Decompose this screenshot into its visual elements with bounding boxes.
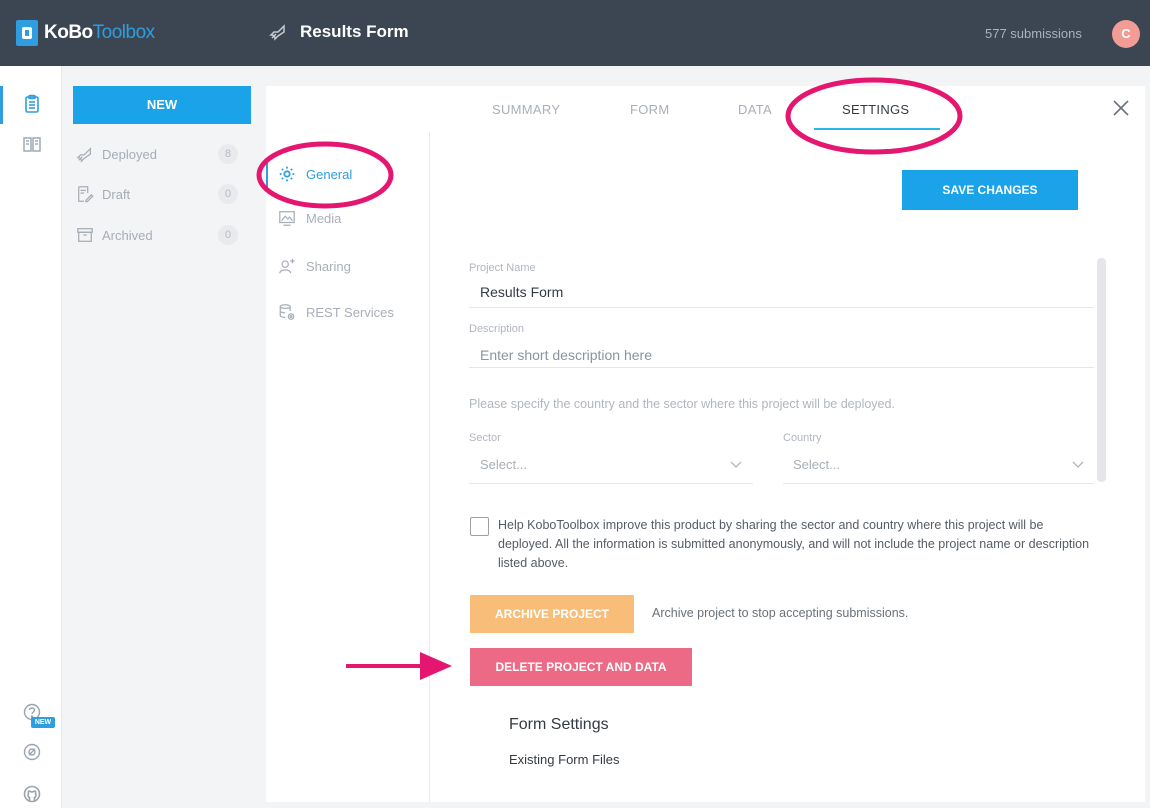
archive-icon <box>77 228 93 242</box>
settings-nav-label: REST Services <box>306 304 394 320</box>
archive-project-button[interactable]: ARCHIVE PROJECT <box>470 595 634 633</box>
settings-nav-sharing[interactable]: Sharing <box>266 252 430 280</box>
rail-active-indicator <box>0 86 3 124</box>
settings-nav-media[interactable]: Media <box>266 204 430 232</box>
scrollbar[interactable] <box>1097 258 1106 482</box>
description-label: Description <box>469 323 525 335</box>
form-settings-title: Form Settings <box>509 716 609 733</box>
tab-form[interactable]: FORM <box>630 102 669 117</box>
icon-rail: NEW <box>0 66 62 808</box>
share-data-checkbox[interactable] <box>470 517 489 536</box>
divider <box>469 367 1094 368</box>
submissions-count: 577 submissions <box>985 26 1082 41</box>
count-badge: 0 <box>218 225 238 245</box>
settings-nav: General Media Sharing REST Services <box>266 132 430 802</box>
settings-nav-label: General <box>306 166 353 182</box>
sidebar-item-archived[interactable]: Archived 0 <box>76 223 248 247</box>
tab-settings[interactable]: SETTINGS <box>842 102 909 117</box>
form-title: Results Form <box>300 22 409 41</box>
settings-nav-rest-services[interactable]: REST Services <box>266 298 430 326</box>
count-badge: 0 <box>218 184 238 204</box>
project-name-label: Project Name <box>469 262 536 274</box>
top-bar: KoBoToolbox Results Form 577 submissions… <box>0 0 1150 66</box>
delete-project-button[interactable]: DELETE PROJECT AND DATA <box>470 648 692 686</box>
help-new-badge: NEW <box>31 717 55 728</box>
country-select[interactable]: Select... <box>793 457 840 472</box>
forms-icon[interactable] <box>22 94 42 114</box>
avatar[interactable]: C <box>1112 20 1140 48</box>
library-sidebar: NEW Deployed 8 Draft 0 Archived 0 <box>62 66 258 808</box>
form-title-area: Results Form <box>268 22 409 42</box>
save-changes-button[interactable]: SAVE CHANGES <box>902 170 1078 210</box>
logo-icon <box>16 20 38 46</box>
rocket-icon <box>76 147 92 163</box>
description-input[interactable]: Enter short description here <box>480 347 652 363</box>
country-sector-hint: Please specify the country and the secto… <box>469 397 895 411</box>
settings-nav-general[interactable]: General <box>266 160 430 188</box>
support-icon[interactable] <box>22 742 42 762</box>
project-tabs: SUMMARY FORM DATA SETTINGS <box>266 86 1145 132</box>
sector-label: Sector <box>469 432 501 444</box>
add-user-icon <box>279 258 295 274</box>
media-icon <box>279 211 295 226</box>
rocket-icon <box>269 24 285 41</box>
settings-nav-label: Sharing <box>306 258 351 274</box>
existing-form-files-label: Existing Form Files <box>509 752 620 767</box>
github-icon[interactable] <box>22 784 42 804</box>
active-tab-underline <box>814 128 940 130</box>
country-label: Country <box>783 432 822 444</box>
new-button[interactable]: NEW <box>73 86 251 124</box>
divider <box>469 307 1094 308</box>
sidebar-item-draft[interactable]: Draft 0 <box>76 182 248 206</box>
kobotoolbox-logo[interactable]: KoBoToolbox <box>16 20 155 46</box>
count-badge: 8 <box>218 144 238 164</box>
sidebar-item-deployed[interactable]: Deployed 8 <box>76 142 248 166</box>
gear-icon <box>279 166 295 182</box>
chevron-down-icon[interactable] <box>1072 461 1084 469</box>
rest-services-icon <box>279 304 295 320</box>
settings-nav-label: Media <box>306 210 342 226</box>
library-icon[interactable] <box>22 134 42 154</box>
sidebar-item-label: Deployed <box>102 146 157 162</box>
tab-data[interactable]: DATA <box>738 102 772 117</box>
project-name-input[interactable]: Results Form <box>480 284 563 300</box>
sidebar-item-label: Draft <box>102 186 131 202</box>
sidebar-item-label: Archived <box>102 227 153 243</box>
tab-summary[interactable]: SUMMARY <box>492 102 560 117</box>
divider <box>783 483 1094 484</box>
chevron-down-icon[interactable] <box>730 461 742 469</box>
sector-select[interactable]: Select... <box>480 457 527 472</box>
close-icon[interactable] <box>1111 98 1131 118</box>
draft-icon <box>78 186 94 203</box>
logo-text-kobo: KoBo <box>44 22 93 43</box>
archive-hint: Archive project to stop accepting submis… <box>652 606 909 620</box>
divider <box>469 483 753 484</box>
logo-text-toolbox: Toolbox <box>92 22 156 43</box>
share-data-text: Help KoboToolbox improve this product by… <box>498 518 1090 570</box>
